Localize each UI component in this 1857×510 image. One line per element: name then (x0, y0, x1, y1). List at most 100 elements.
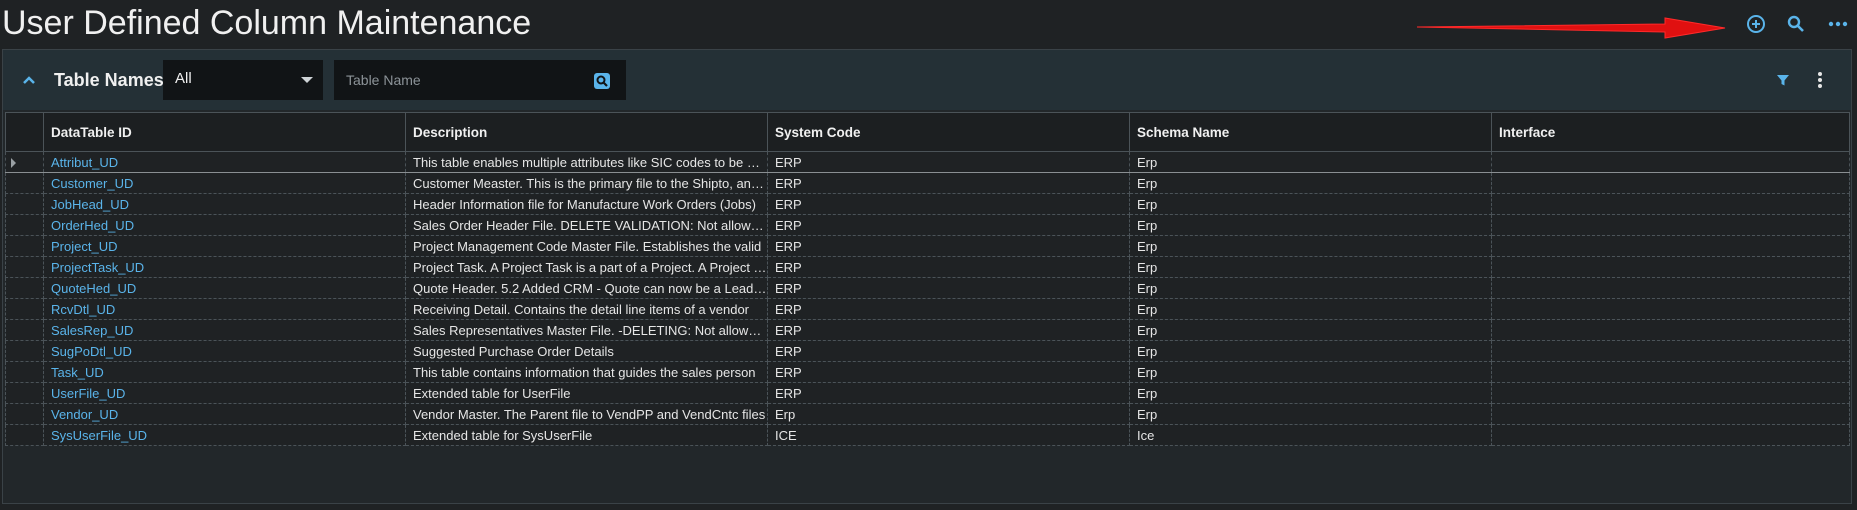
row-indicator[interactable] (5, 403, 44, 425)
datatable-id-cell[interactable]: Task_UD (43, 361, 406, 383)
column-header[interactable]: Schema Name (1129, 112, 1492, 152)
schema-name-cell: Erp (1129, 277, 1492, 299)
schema-name-cell: Erp (1129, 151, 1492, 173)
table-row[interactable]: Customer_UD Customer Measter. This is the… (5, 172, 1850, 194)
table-row[interactable]: SugPoDtl_UD Suggested Purchase Order Deta… (5, 340, 1850, 362)
interface-cell (1491, 319, 1850, 341)
description-cell: Sales Order Header File. DELETE VALIDATI… (405, 214, 768, 236)
system-code-cell: ERP (767, 382, 1130, 404)
column-header[interactable]: Description (405, 112, 768, 152)
table-row[interactable]: Task_UD This table contains information t… (5, 361, 1850, 383)
table-name-input[interactable] (334, 60, 584, 100)
table-filter-select[interactable]: All (163, 60, 323, 100)
table-row[interactable]: QuoteHed_UD Quote Header. 5.2 Added CRM -… (5, 277, 1850, 299)
row-indicator[interactable] (5, 382, 44, 404)
datatable-id-cell[interactable]: Vendor_UD (43, 403, 406, 425)
schema-name-cell: Erp (1129, 193, 1492, 215)
interface-cell (1491, 424, 1850, 446)
datatable-id-cell[interactable]: OrderHed_UD (43, 214, 406, 236)
caret-down-icon (301, 77, 313, 83)
column-header[interactable]: DataTable ID (43, 112, 406, 152)
system-code-cell: ERP (767, 319, 1130, 341)
column-header[interactable]: System Code (767, 112, 1130, 152)
row-indicator[interactable] (5, 214, 44, 236)
row-indicator[interactable] (5, 424, 44, 446)
description-cell: Extended table for UserFile (405, 382, 768, 404)
table-row[interactable]: SalesRep_UD Sales Representatives Master … (5, 319, 1850, 341)
datatable-id-cell[interactable]: SysUserFile_UD (43, 424, 406, 446)
add-circle-icon[interactable] (1742, 10, 1770, 38)
row-indicator[interactable] (5, 193, 44, 215)
row-indicator[interactable] (5, 298, 44, 320)
column-header[interactable]: Interface (1491, 112, 1850, 152)
row-indicator[interactable] (5, 151, 44, 173)
row-indicator[interactable] (5, 172, 44, 194)
datatable-id-cell[interactable]: Attribut_UD (43, 151, 406, 173)
datatable-id-cell[interactable]: SalesRep_UD (43, 319, 406, 341)
row-indicator[interactable] (5, 361, 44, 383)
interface-cell (1491, 214, 1850, 236)
row-indicator[interactable] (5, 235, 44, 257)
row-indicator[interactable] (5, 277, 44, 299)
schema-name-cell: Erp (1129, 382, 1492, 404)
schema-name-cell: Erp (1129, 403, 1492, 425)
schema-name-cell: Ice (1129, 424, 1492, 446)
interface-cell (1491, 172, 1850, 194)
table-row[interactable]: SysUserFile_UD Extended table for SysUser… (5, 424, 1850, 446)
system-code-cell: ERP (767, 214, 1130, 236)
search-icon[interactable] (1782, 10, 1810, 38)
schema-name-cell: Erp (1129, 340, 1492, 362)
grid-body: Attribut_UD This table enables multiple a… (5, 151, 1850, 446)
select-value: All (175, 70, 192, 87)
table-row[interactable]: OrderHed_UD Sales Order Header File. DELE… (5, 214, 1850, 236)
more-horizontal-icon[interactable] (1824, 10, 1852, 38)
description-cell: Project Management Code Master File. Est… (405, 235, 768, 257)
row-indicator[interactable] (5, 256, 44, 278)
schema-name-cell: Erp (1129, 172, 1492, 194)
schema-name-cell: Erp (1129, 235, 1492, 257)
table-names-panel: Table Names All Table Name DataTable ID … (2, 49, 1852, 504)
filter-icon[interactable] (1771, 68, 1795, 92)
table-row[interactable]: JobHead_UD Header Information file for Ma… (5, 193, 1850, 215)
more-vertical-icon[interactable] (1808, 68, 1832, 92)
panel-toolbar: Table Names All (3, 50, 1851, 110)
description-cell: Sales Representatives Master File. -DELE… (405, 319, 768, 341)
datatable-id-cell[interactable]: Project_UD (43, 235, 406, 257)
datatable-id-cell[interactable]: UserFile_UD (43, 382, 406, 404)
datatable-grid: DataTable ID Description System Code Sch… (5, 112, 1850, 446)
description-cell: Project Task. A Project Task is a part o… (405, 256, 768, 278)
datatable-id-cell[interactable]: ProjectTask_UD (43, 256, 406, 278)
schema-name-cell: Erp (1129, 214, 1492, 236)
interface-cell (1491, 256, 1850, 278)
system-code-cell: ERP (767, 298, 1130, 320)
red-arrow-annotation (1416, 17, 1726, 39)
table-row[interactable]: Project_UD Project Management Code Master… (5, 235, 1850, 257)
page-header: User Defined Column Maintenance (0, 0, 1857, 50)
description-cell: This table contains information that gui… (405, 361, 768, 383)
system-code-cell: ERP (767, 277, 1130, 299)
table-name-search (334, 60, 626, 100)
datatable-id-cell[interactable]: RcvDtl_UD (43, 298, 406, 320)
schema-name-cell: Erp (1129, 256, 1492, 278)
interface-cell (1491, 340, 1850, 362)
datatable-id-cell[interactable]: JobHead_UD (43, 193, 406, 215)
table-row[interactable]: RcvDtl_UD Receiving Detail. Contains the … (5, 298, 1850, 320)
interface-cell (1491, 361, 1850, 383)
chevron-up-icon[interactable] (17, 68, 41, 92)
table-row[interactable]: Attribut_UD This table enables multiple a… (5, 151, 1850, 173)
system-code-cell: ERP (767, 340, 1130, 362)
datatable-id-cell[interactable]: SugPoDtl_UD (43, 340, 406, 362)
table-row[interactable]: ProjectTask_UD Project Task. A Project Ta… (5, 256, 1850, 278)
interface-cell (1491, 193, 1850, 215)
interface-cell (1491, 277, 1850, 299)
row-indicator[interactable] (5, 319, 44, 341)
search-lookup-icon[interactable] (591, 70, 613, 92)
table-row[interactable]: UserFile_UD Extended table for UserFile ER… (5, 382, 1850, 404)
row-indicator[interactable] (5, 340, 44, 362)
datatable-id-cell[interactable]: Customer_UD (43, 172, 406, 194)
description-cell: Quote Header. 5.2 Added CRM - Quote can … (405, 277, 768, 299)
system-code-cell: ERP (767, 172, 1130, 194)
datatable-id-cell[interactable]: QuoteHed_UD (43, 277, 406, 299)
system-code-cell: Erp (767, 403, 1130, 425)
table-row[interactable]: Vendor_UD Vendor Master. The Parent file … (5, 403, 1850, 425)
